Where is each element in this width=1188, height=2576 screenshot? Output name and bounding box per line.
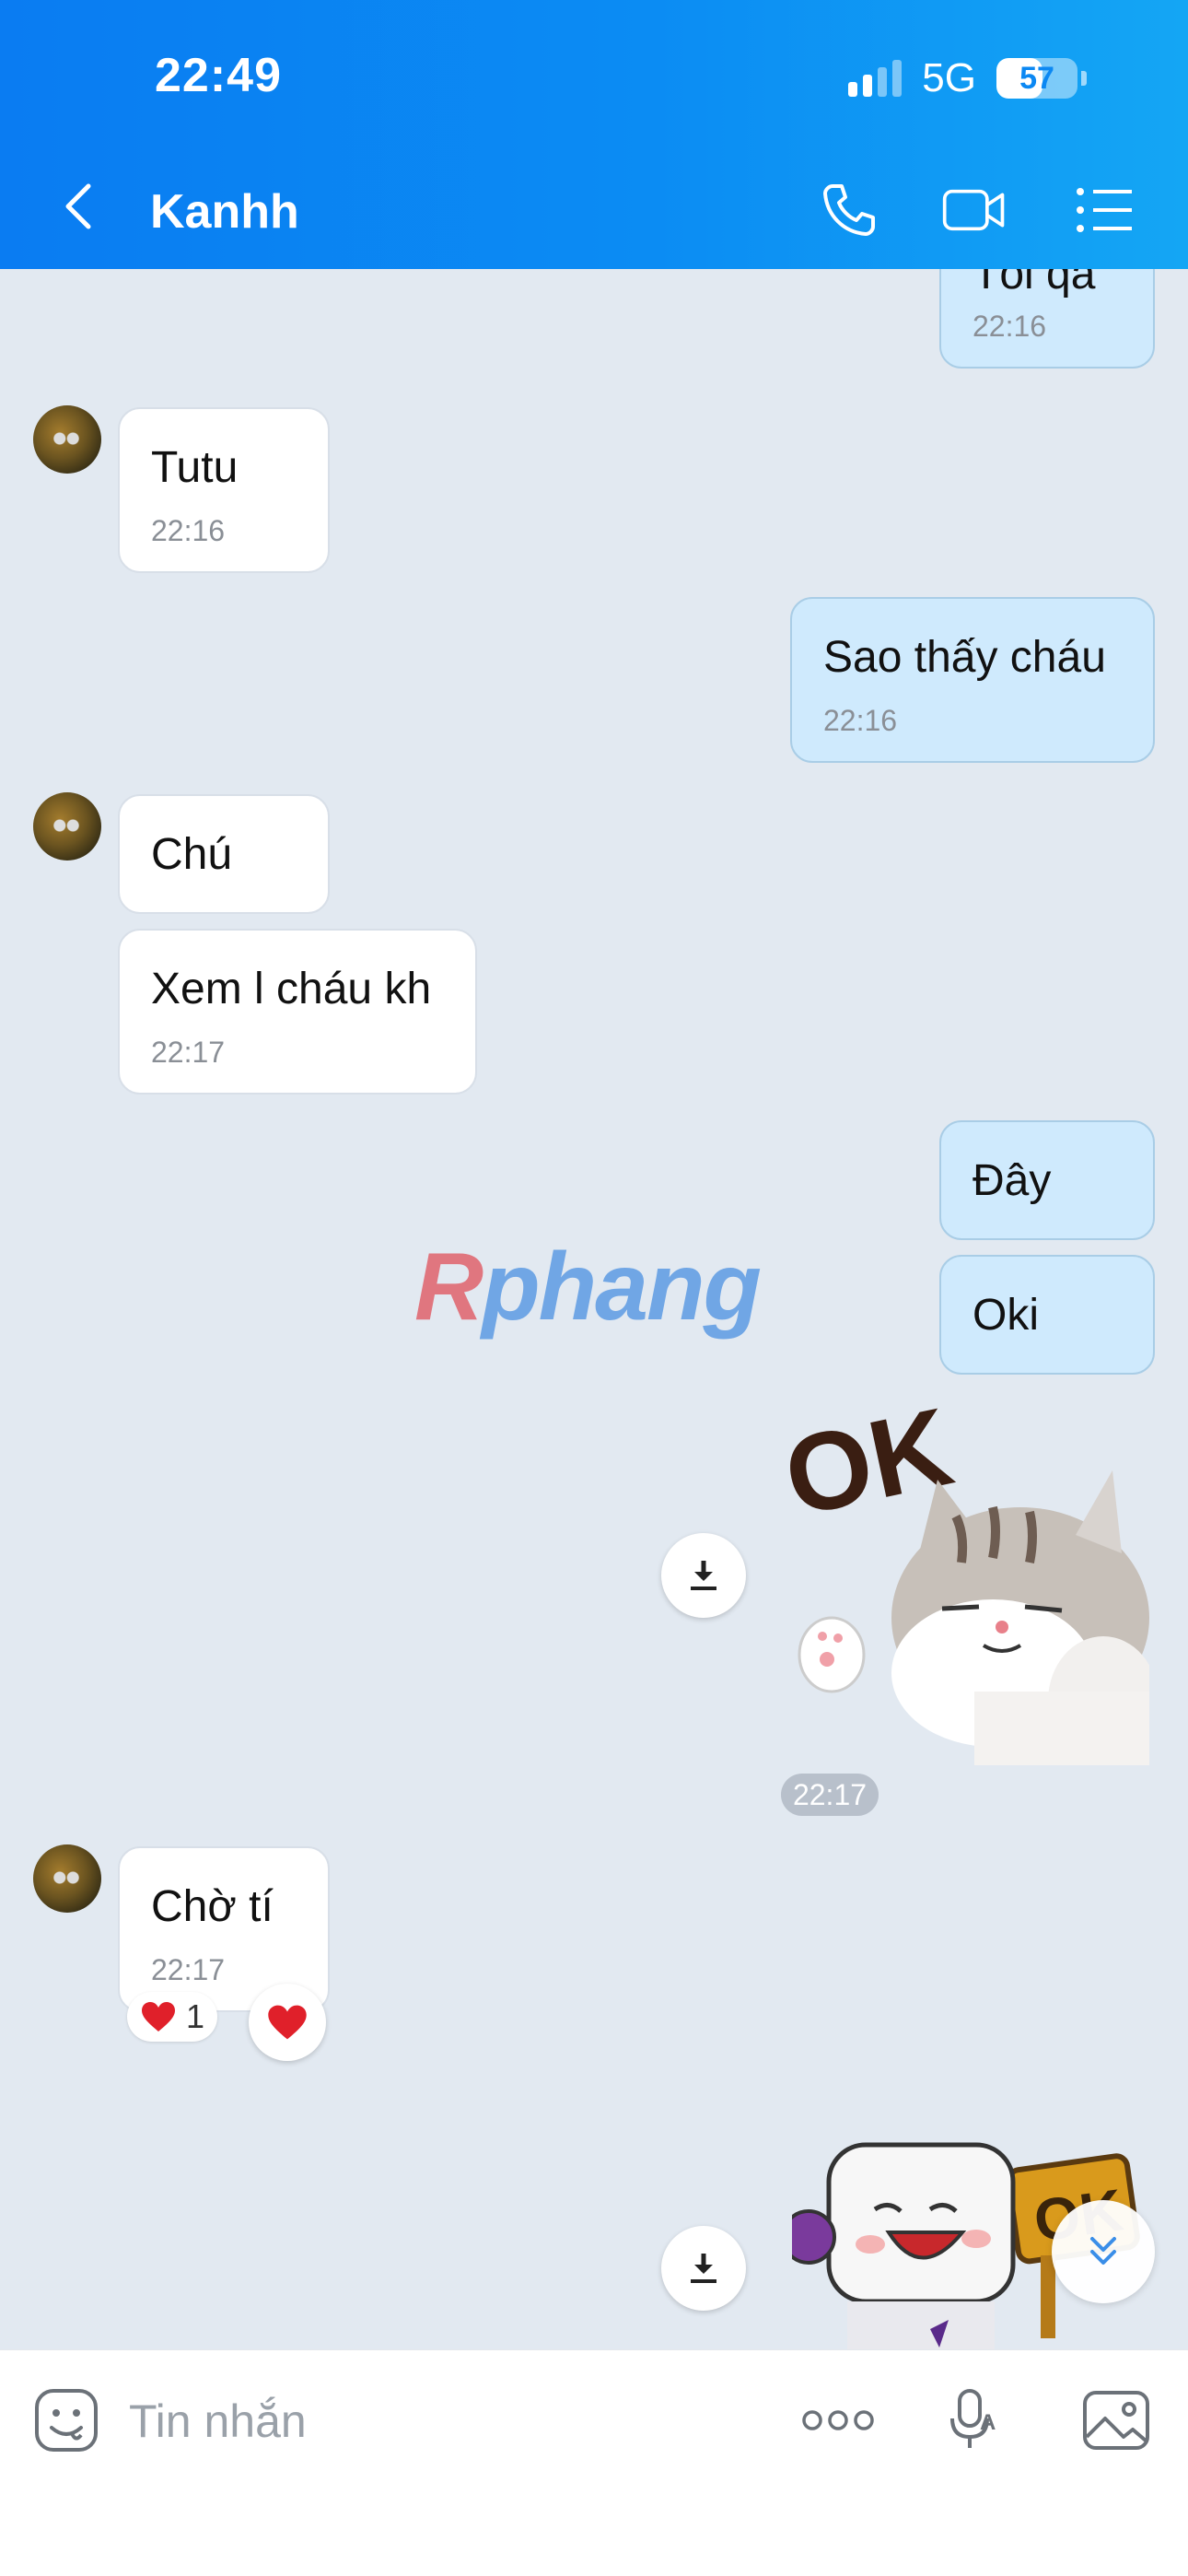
scroll-to-bottom-button[interactable] [1052,2200,1155,2303]
avatar[interactable] [33,1844,101,1913]
message-time: 22:16 [973,310,1047,343]
heart-react-button[interactable] [249,1984,326,2061]
avatar[interactable] [33,405,101,474]
chat-header: 22:49 5G 57 Kanhh [0,0,1188,269]
svg-text:A: A [980,2410,996,2435]
message-time: 22:16 [823,704,898,737]
watermark-logo: Rphang [414,1233,762,1342]
outgoing-message[interactable]: Đây [939,1120,1155,1240]
watermark-rest: phang [482,1234,762,1341]
double-chevron-down-icon [1090,2237,1116,2265]
download-icon[interactable] [661,2226,746,2311]
message-time: 22:16 [151,514,226,547]
voice-to-text-icon[interactable]: A [938,2383,1011,2457]
outgoing-message[interactable]: Sao thấy cháu 22:16 [790,597,1155,763]
chat-messages[interactable]: Tối qa 22:16 Tutu 22:16 Sao thấy cháu 22… [0,269,1188,2349]
network-type: 5G [922,55,976,100]
reaction-summary[interactable]: 1 [127,1992,218,2042]
message-text: Sao thấy cháu [823,633,1106,682]
reaction-count: 1 [186,1997,205,2035]
message-composer: A [0,2349,1188,2576]
incoming-message[interactable]: Chú [118,794,330,914]
message-text: Đây [973,1156,1052,1205]
message-text: Chú [151,830,233,879]
message-text: Xem l cháu kh [151,965,432,1013]
emoji-sticker-icon[interactable] [31,2385,101,2455]
message-time: 22:17 [151,1036,226,1069]
message-text: Tối qa [973,269,1096,299]
message-text: Chờ tí [151,1882,274,1931]
image-gallery-icon[interactable] [1079,2383,1153,2457]
cellular-signal-icon [848,60,903,97]
avatar[interactable] [33,792,101,861]
heart-icon [268,2005,307,2040]
cat-sticker-ok[interactable]: OK [775,1385,1159,1765]
phone-icon[interactable] [816,177,882,243]
battery-percent: 57 [1019,60,1054,96]
outgoing-message[interactable]: Tối qa 22:16 [939,269,1155,369]
menu-list-icon[interactable] [1072,177,1138,243]
heart-icon [142,2002,175,2032]
contact-name[interactable]: Kanhh [150,184,299,240]
back-icon[interactable] [53,181,105,232]
incoming-message[interactable]: Tutu 22:16 [118,407,330,573]
video-call-icon[interactable] [941,177,1007,243]
message-input[interactable] [129,2389,737,2453]
message-text: Tutu [151,443,239,492]
status-indicators: 5G 57 [848,55,1087,101]
battery-icon: 57 [996,58,1077,99]
sticker-time: 22:17 [781,1774,879,1816]
watermark-first-letter: R [414,1234,483,1341]
incoming-message[interactable]: Xem l cháu kh 22:17 [118,929,477,1095]
download-icon[interactable] [661,1533,746,1618]
battery-tip [1081,71,1087,86]
message-text: Oki [973,1291,1039,1340]
status-time: 22:49 [155,49,282,102]
message-time: 22:17 [151,1953,226,1986]
more-options-icon[interactable] [801,2383,875,2457]
outgoing-message[interactable]: Oki [939,1255,1155,1375]
